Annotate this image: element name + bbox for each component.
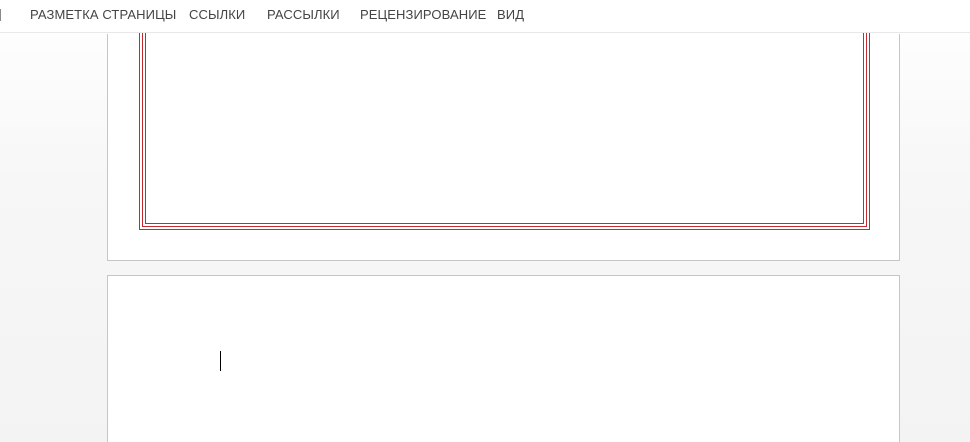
page-border-inner-line xyxy=(145,33,864,224)
ribbon-tab-bar: РАЗМЕТКА СТРАНИЦЫ ССЫЛКИ РАССЫЛКИ РЕЦЕНЗ… xyxy=(0,0,970,33)
tab-review[interactable]: РЕЦЕНЗИРОВАНИЕ xyxy=(360,7,486,22)
document-page-2[interactable] xyxy=(107,275,900,442)
tab-view[interactable]: ВИД xyxy=(497,7,524,22)
tab-page-layout[interactable]: РАЗМЕТКА СТРАНИЦЫ xyxy=(30,7,176,22)
text-cursor xyxy=(220,351,221,371)
tab-mailings[interactable]: РАССЫЛКИ xyxy=(267,7,340,22)
page-art-border xyxy=(139,33,870,230)
tab-references[interactable]: ССЫЛКИ xyxy=(189,7,245,22)
previous-tab-edge xyxy=(0,9,1,21)
document-page-1[interactable] xyxy=(107,33,900,261)
